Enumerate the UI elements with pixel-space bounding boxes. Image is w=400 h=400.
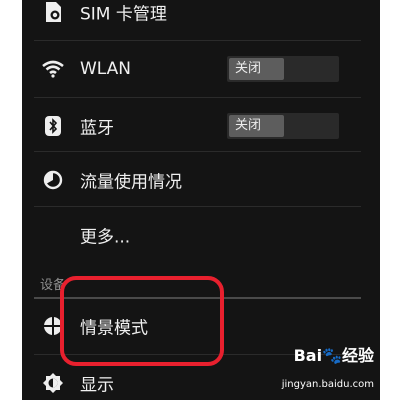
annotation-highlight — [60, 276, 224, 366]
bluetooth-toggle-state: 关闭 — [229, 115, 284, 137]
setting-bluetooth[interactable]: 蓝牙 关闭 — [22, 98, 380, 154]
setting-data-usage-label: 流量使用情况 — [80, 172, 182, 193]
data-usage-icon — [42, 169, 64, 191]
setting-wlan-label: WLAN — [80, 59, 132, 79]
wlan-toggle[interactable]: 关闭 — [227, 56, 339, 82]
baidu-watermark: Bai🐾经验 jingyan.baidu.com — [268, 338, 376, 394]
bluetooth-toggle[interactable]: 关闭 — [227, 113, 339, 139]
setting-more-label: 更多... — [80, 227, 131, 248]
display-icon — [42, 372, 64, 394]
setting-display-label: 显示 — [80, 375, 114, 396]
watermark-brand: Bai🐾经验 — [293, 346, 374, 365]
wifi-icon — [42, 58, 64, 80]
settings-screen: SIM 卡管理 WLAN 关闭 蓝牙 关闭 流量使用情况 更多... 设备 情景… — [0, 0, 400, 400]
setting-sim-card-label: SIM 卡管理 — [80, 4, 167, 25]
wlan-toggle-state: 关闭 — [229, 58, 284, 80]
setting-wlan[interactable]: WLAN 关闭 — [22, 41, 380, 97]
setting-more[interactable]: 更多... — [22, 207, 380, 263]
setting-sim-card[interactable]: SIM 卡管理 — [22, 0, 380, 40]
left-margin — [0, 0, 22, 400]
setting-bluetooth-label: 蓝牙 — [80, 118, 114, 139]
bluetooth-icon — [42, 115, 64, 137]
sim-card-icon — [42, 1, 64, 23]
right-margin — [380, 0, 400, 400]
setting-data-usage[interactable]: 流量使用情况 — [22, 152, 380, 208]
watermark-url: jingyan.baidu.com — [281, 379, 374, 390]
